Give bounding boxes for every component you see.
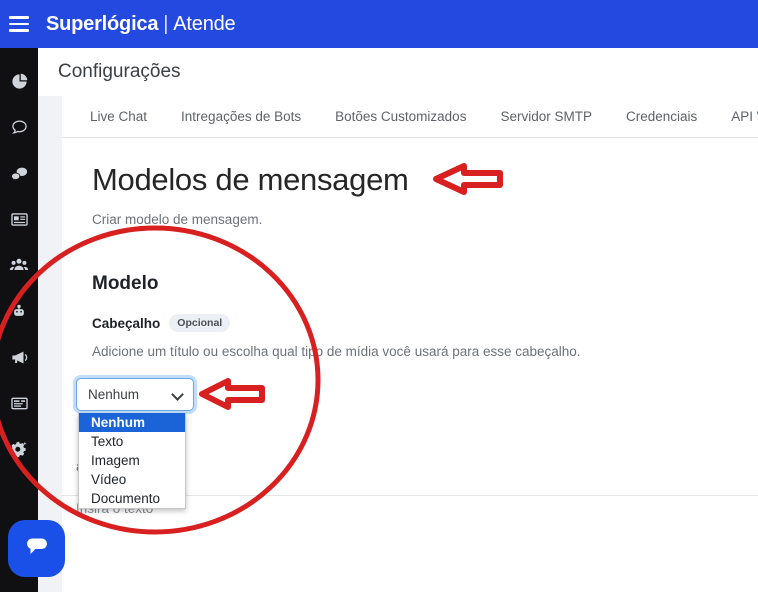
brand-name: Superlógica — [46, 12, 159, 35]
pie-chart-icon — [10, 72, 29, 91]
header-media-type-select[interactable]: Nenhum — [76, 378, 194, 411]
header-field-label-row: Cabeçalho Opcional — [92, 314, 742, 332]
sidebar-item-news[interactable] — [0, 196, 38, 242]
main-heading: Modelos de mensagem — [92, 162, 409, 197]
hamburger-bar — [9, 22, 29, 26]
hamburger-bar — [9, 16, 29, 19]
section-heading-modelo: Modelo — [92, 273, 159, 294]
list-icon — [10, 394, 29, 413]
sidebar-item-bots[interactable] — [0, 288, 38, 334]
megaphone-icon — [10, 348, 29, 367]
tab-live-chat[interactable]: Live Chat — [80, 96, 164, 138]
option-video[interactable]: Vídeo — [79, 470, 185, 489]
sidebar-item-contacts[interactable] — [0, 242, 38, 288]
main-subtitle: Criar modelo de mensagem. — [92, 212, 263, 227]
sidebar-item-dashboard[interactable] — [0, 58, 38, 104]
sidebar-item-conversations[interactable] — [0, 150, 38, 196]
chats-icon — [10, 164, 29, 183]
option-nenhum[interactable]: Nenhum — [79, 413, 185, 432]
header-field-label: Cabeçalho — [92, 315, 161, 331]
brand-logo[interactable]: Superlógica | Atende — [46, 12, 236, 36]
hamburger-bar — [9, 29, 29, 32]
settings-tabs: Live Chat Intregações de Bots Botões Cus… — [62, 96, 758, 138]
sidebar-item-campaigns[interactable] — [0, 334, 38, 380]
article-icon — [10, 210, 29, 229]
header-field-help: Adicione um título ou escolha qual tipo … — [92, 344, 581, 359]
sidebar-item-settings[interactable] — [0, 426, 38, 472]
tab-smtp-server[interactable]: Servidor SMTP — [483, 96, 609, 138]
sidebar-item-reports[interactable] — [0, 380, 38, 426]
brand-product: Atende — [173, 12, 236, 35]
optional-badge: Opcional — [169, 314, 231, 332]
header-media-type-select-wrapper: Nenhum Nenhum Texto Imagem Vídeo Documen… — [76, 378, 194, 509]
app-root: Superlógica | Atende Configurações Live … — [0, 0, 758, 592]
option-imagem[interactable]: Imagem — [79, 451, 185, 470]
option-documento[interactable]: Documento — [79, 489, 185, 508]
users-group-icon — [9, 255, 29, 275]
sidebar-item-chat[interactable] — [0, 104, 38, 150]
content-gutter — [38, 96, 62, 592]
page-title: Configurações — [58, 61, 181, 82]
page-header: Configurações — [38, 48, 758, 96]
robot-icon — [10, 302, 28, 320]
hamburger-icon[interactable] — [0, 0, 38, 48]
content-body: Modelos de mensagem Criar modelo de mens… — [62, 162, 758, 359]
top-bar: Superlógica | Atende — [0, 0, 758, 48]
sidebar — [0, 48, 38, 592]
gear-settings-icon — [9, 439, 29, 459]
chat-widget-button[interactable] — [8, 520, 65, 577]
tab-bot-integrations[interactable]: Intregações de Bots — [164, 96, 318, 138]
chat-bubble-icon — [10, 118, 29, 137]
option-texto[interactable]: Texto — [79, 432, 185, 451]
tab-whatsapp-api[interactable]: API Whatsapp — [714, 96, 758, 138]
tab-custom-buttons[interactable]: Botões Customizados — [318, 96, 483, 138]
select-value: Nenhum — [88, 387, 140, 402]
chevron-down-icon — [173, 389, 184, 400]
brand-separator: | — [163, 12, 169, 35]
tab-credentials[interactable]: Credenciais — [609, 96, 714, 138]
header-media-type-options: Nenhum Texto Imagem Vídeo Documento — [78, 413, 186, 509]
chat-bubble-icon — [22, 531, 52, 566]
main-content: Live Chat Intregações de Bots Botões Cus… — [62, 96, 758, 592]
